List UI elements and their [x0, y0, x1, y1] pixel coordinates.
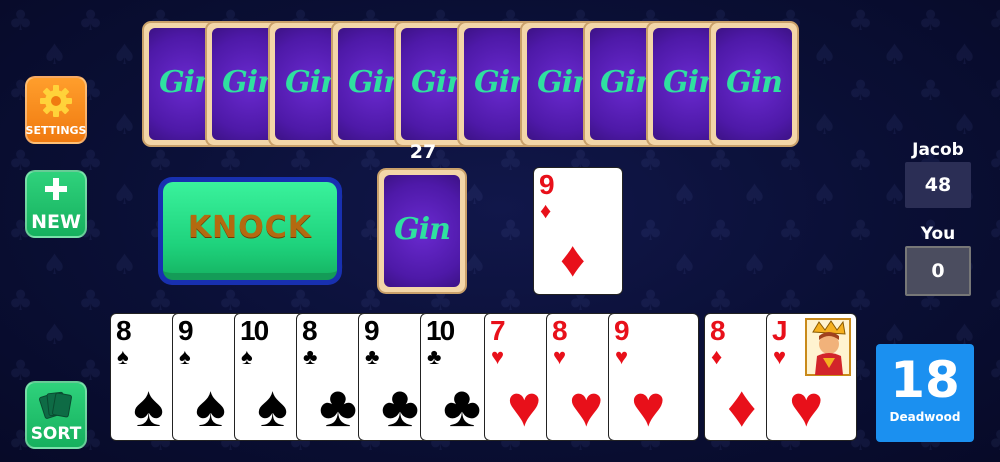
- card-suit-large: ♥: [507, 374, 542, 439]
- card-suit-large: ♥: [569, 374, 604, 439]
- card-suit-small: ♣: [365, 344, 380, 369]
- player-score-panel: You 0: [905, 224, 971, 296]
- player-card[interactable]: J ♥ ♥: [766, 313, 857, 441]
- card-suit-large: ♣: [443, 374, 482, 439]
- opponent-score: 48: [905, 162, 971, 208]
- card-rank: 10: [240, 315, 269, 346]
- card-rank: 8: [710, 315, 726, 346]
- stock-count: 27: [409, 141, 437, 163]
- discard-rank: 9: [539, 169, 555, 200]
- card-back-logo: Gin: [726, 64, 783, 100]
- stock-pile[interactable]: Gin: [377, 168, 467, 294]
- deadwood-value: 18: [890, 351, 960, 409]
- knock-button[interactable]: KNOCK: [158, 177, 342, 285]
- card-rank: 8: [116, 315, 132, 346]
- card-suit-small: ♠: [117, 344, 129, 369]
- card-suit-small: ♦: [711, 344, 723, 369]
- card-rank: J: [772, 315, 788, 346]
- deadwood-label: Deadwood: [889, 410, 961, 424]
- card-rank: 8: [302, 315, 318, 346]
- new-game-button[interactable]: NEW: [25, 170, 87, 238]
- card-back-logo: Gin: [394, 211, 451, 247]
- new-label: NEW: [31, 211, 81, 233]
- gear-icon: [39, 84, 73, 121]
- plus-icon: [45, 178, 67, 205]
- discard-suit-small: ♦: [540, 198, 552, 223]
- card-suit-small: ♥: [553, 344, 567, 369]
- card-suit-large: ♠: [257, 374, 288, 439]
- sort-button[interactable]: SORT: [25, 381, 87, 449]
- player-name: You: [920, 224, 956, 244]
- card-suit-small: ♠: [241, 344, 253, 369]
- card-rank: 7: [490, 315, 506, 346]
- opponent-name: Jacob: [912, 140, 964, 160]
- card-suit-small: ♥: [491, 344, 505, 369]
- player-score: 0: [905, 246, 971, 296]
- card-rank: 8: [552, 315, 568, 346]
- knock-label: KNOCK: [163, 182, 337, 280]
- card-rank: 10: [426, 315, 455, 346]
- card-suit-small: ♣: [303, 344, 318, 369]
- settings-button[interactable]: SETTINGS: [25, 76, 87, 144]
- card-suit-large: ♠: [195, 374, 226, 439]
- card-suit-large: ♥: [631, 374, 666, 439]
- player-card[interactable]: 9 ♥ ♥: [608, 313, 699, 441]
- opponent-score-panel: Jacob 48: [905, 140, 971, 208]
- deadwood-counter: 18 Deadwood: [876, 344, 974, 442]
- card-suit-small: ♥: [773, 344, 787, 369]
- cards-icon: [38, 389, 74, 428]
- opponent-card-back: Gin: [709, 21, 799, 147]
- jack-portrait-icon: [805, 318, 851, 376]
- card-suit-small: ♥: [615, 344, 629, 369]
- card-suit-small: ♠: [179, 344, 191, 369]
- settings-label: SETTINGS: [25, 124, 87, 137]
- card-rank: 9: [614, 315, 630, 346]
- discard-suit-large: ♦: [560, 231, 586, 287]
- card-suit-large: ♣: [381, 374, 420, 439]
- card-suit-large: ♠: [133, 374, 164, 439]
- card-rank: 9: [364, 315, 380, 346]
- card-suit-large: ♣: [319, 374, 358, 439]
- card-suit-large: ♥: [789, 374, 824, 439]
- card-rank: 9: [178, 315, 194, 346]
- card-suit-small: ♣: [427, 344, 442, 369]
- discard-pile[interactable]: 9 ♦ ♦: [533, 167, 623, 295]
- card-suit-large: ♦: [727, 374, 757, 439]
